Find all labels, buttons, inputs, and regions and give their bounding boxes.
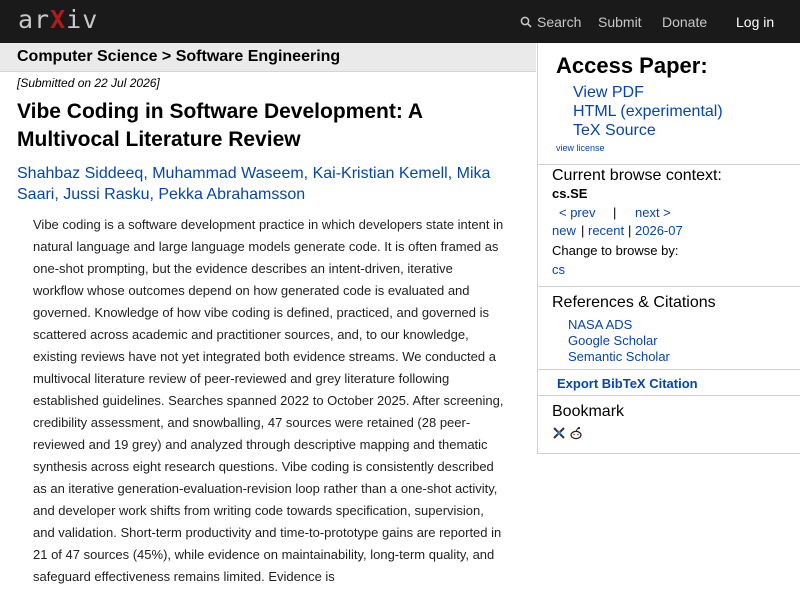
nasa-ads-link[interactable]: NASA ADS — [568, 317, 632, 332]
tex-source-link[interactable]: TeX Source — [573, 122, 656, 140]
bookmark-icons — [552, 426, 583, 445]
logo-suffix: iv — [66, 5, 99, 34]
search-label: Search — [537, 13, 582, 30]
change-browse-label: Change to browse by: — [552, 243, 679, 258]
prev-link[interactable]: < prev — [559, 205, 596, 220]
month-link[interactable]: 2026-07 — [635, 223, 683, 238]
browse-context-heading: Current browse context: — [552, 167, 722, 184]
breadcrumb-text[interactable]: Computer Science > Software Engineering — [17, 48, 340, 66]
html-experimental-link[interactable]: HTML (experimental) — [573, 103, 723, 121]
new-link[interactable]: new — [552, 223, 576, 238]
search-link[interactable]: Search — [520, 0, 581, 43]
next-link[interactable]: next > — [635, 205, 671, 220]
nav-separator: | — [581, 223, 585, 238]
view-pdf-link[interactable]: View PDF — [573, 84, 644, 102]
context-category: cs.SE — [552, 186, 588, 201]
nav-separator: | — [628, 223, 632, 238]
browse-cs-link[interactable]: cs — [552, 262, 565, 277]
search-icon — [520, 16, 532, 28]
nav-separator: | — [613, 205, 617, 220]
google-scholar-link[interactable]: Google Scholar — [568, 333, 658, 348]
submission-date: [Submitted on 22 Jul 2026] — [17, 76, 160, 90]
login-link[interactable]: Log in — [736, 0, 774, 43]
bookmark-heading: Bookmark — [552, 403, 625, 420]
author-list[interactable]: Shahbaz Siddeeq, Muhammad Waseem, Kai-Kr… — [17, 163, 517, 205]
arxiv-logo[interactable]: arXiv — [18, 5, 98, 34]
donate-link[interactable]: Donate — [662, 0, 707, 43]
reddit-icon[interactable] — [569, 426, 583, 445]
semantic-scholar-link[interactable]: Semantic Scholar — [568, 349, 670, 364]
sidebar: Access Paper: View PDF HTML (experimenta… — [537, 43, 800, 454]
abstract-text: Vibe coding is a software development pr… — [33, 217, 504, 584]
recent-link[interactable]: recent — [588, 223, 624, 238]
export-bibtex-link[interactable]: Export BibTeX Citation — [557, 376, 698, 391]
breadcrumb: Computer Science > Software Engineering — [0, 43, 536, 72]
references-heading: References & Citations — [552, 294, 716, 311]
submit-link[interactable]: Submit — [598, 0, 642, 43]
logo-prefix: ar — [18, 5, 51, 34]
bibsonomy-icon[interactable] — [552, 426, 566, 445]
top-navigation-bar: arXiv Search Submit Donate Log in — [0, 0, 800, 43]
view-license-link[interactable]: view license — [556, 143, 605, 153]
paper-title: Vibe Coding in Software Development: A M… — [17, 100, 423, 151]
logo-x: X — [50, 5, 67, 34]
access-paper-heading: Access Paper: — [556, 53, 708, 78]
